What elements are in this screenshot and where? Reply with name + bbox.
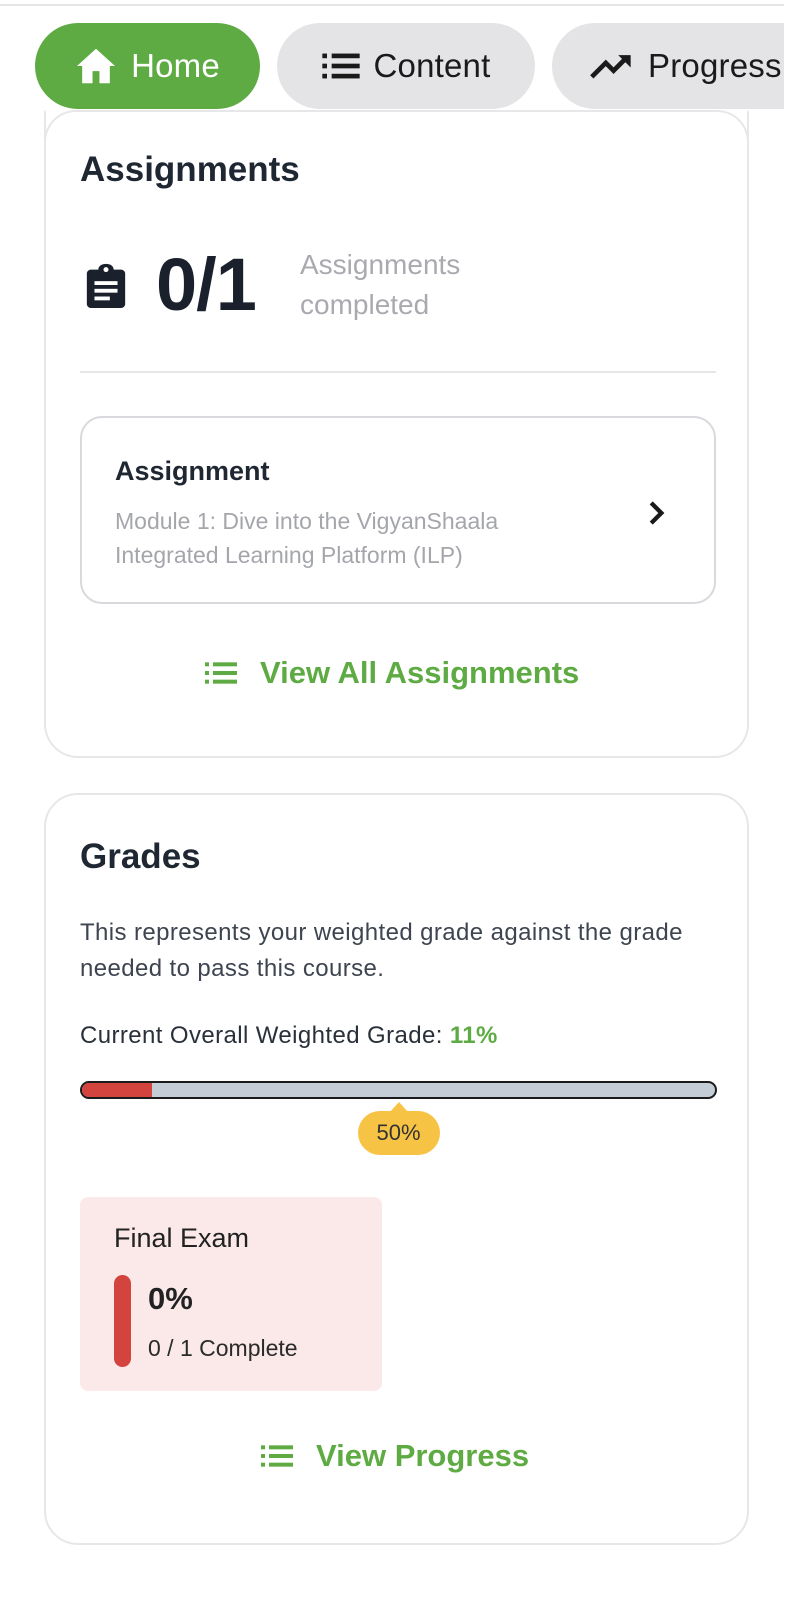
assignments-card: Assignments 0/1 Assignments completed As… [44,110,749,758]
view-progress-link[interactable]: View Progress [260,1438,529,1474]
final-exam-status-bar [114,1275,131,1367]
grades-description: This represents your weighted grade agai… [80,919,683,982]
tab-home-label: Home [131,47,220,84]
grade-progress-bar [80,1081,717,1099]
final-exam-complete: 0 / 1 Complete [148,1335,298,1361]
list-icon [260,1444,294,1468]
view-progress-label: View Progress [316,1438,530,1473]
grades-card: Grades This represents your weighted gra… [44,793,749,1545]
list-icon [321,52,360,80]
assignment-item-subtitle: Module 1: Dive into the VigyanShaala Int… [115,508,499,568]
divider [80,371,716,373]
view-all-assignments-label: View All Assignments [260,655,580,690]
tab-content-label: Content [373,47,491,84]
final-exam-percent: 0% [148,1281,193,1316]
home-icon [75,47,117,85]
assignments-title: Assignments [80,150,300,189]
tab-progress-label: Progress [648,47,782,84]
tab-content[interactable]: Content [277,23,535,109]
assignment-list-item[interactable]: Assignment Module 1: Dive into the Vigya… [80,416,716,604]
chevron-right-icon [648,500,666,531]
list-icon [204,661,238,685]
assignments-count-label: Assignments completed [300,249,461,320]
assignments-count: 0/1 [156,243,257,326]
trending-up-icon [590,52,634,80]
assignment-item-title: Assignment [115,456,270,486]
final-exam-card: Final Exam 0% 0 / 1 Complete [80,1197,382,1391]
pass-threshold-marker: 50% [357,1102,440,1155]
grades-title: Grades [80,837,201,876]
tab-bar: Home Content Progress [0,0,809,120]
clipboard-icon [84,262,128,313]
overall-grade: Current Overall Weighted Grade: 11% [80,1022,498,1050]
overall-grade-label: Current Overall Weighted Grade: [80,1022,443,1049]
overall-grade-value: 11% [449,1022,498,1049]
tab-progress[interactable]: Progress [552,23,809,109]
final-exam-label: Final Exam [114,1223,250,1253]
tab-home[interactable]: Home [35,23,260,109]
grade-progress-fill [82,1083,152,1097]
view-all-assignments-link[interactable]: View All Assignments [204,655,579,691]
